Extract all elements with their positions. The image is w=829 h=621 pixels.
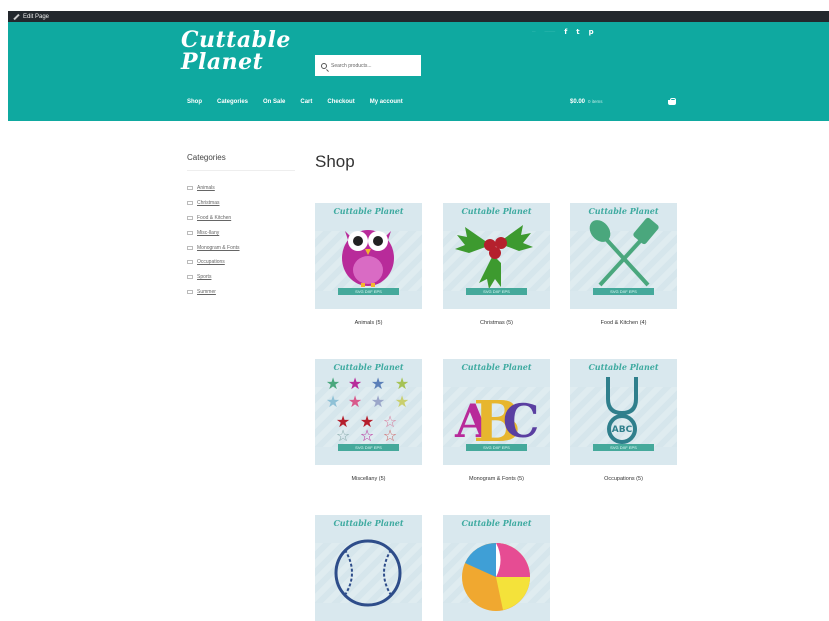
header-cart[interactable]: $0.00 0 items: [570, 99, 603, 105]
folder-icon: [187, 215, 193, 220]
category-link[interactable]: Occupations: [197, 259, 225, 265]
product-thumbnail[interactable]: Cuttable Planet SVG DXF EPS: [570, 203, 677, 309]
svg-text:★: ★: [326, 374, 340, 393]
product-thumbnail[interactable]: Cuttable Planet: [443, 515, 550, 621]
svg-text:C: C: [503, 394, 540, 448]
category-link[interactable]: Christmas: [197, 200, 220, 206]
logo-line-1: Cuttable: [181, 27, 291, 53]
folder-icon: [187, 245, 193, 250]
svg-text:★: ★: [395, 392, 409, 411]
category-link[interactable]: Food & Kitchen: [197, 215, 231, 221]
baseball-icon: [334, 539, 402, 607]
product-thumbnail[interactable]: Cuttable Planet A B C SVG DXF EPS: [443, 359, 550, 465]
product-thumbnail[interactable]: Cuttable Planet ABC SVG DXF EPS: [570, 359, 677, 465]
category-item: Sports: [187, 270, 295, 285]
product-card-animals[interactable]: Cuttable Planet SVG DXF EPS Animals (5): [315, 203, 422, 326]
format-ribbon: SVG DXF EPS: [466, 444, 527, 451]
svg-text:ABC: ABC: [612, 425, 633, 435]
nav-checkout[interactable]: Checkout: [327, 99, 354, 105]
svg-text:★: ★: [371, 374, 385, 393]
folder-icon: [187, 275, 193, 280]
nav-shop[interactable]: Shop: [187, 99, 202, 105]
beach-ball-icon: [462, 543, 530, 611]
category-item: Occupations: [187, 255, 295, 270]
category-item: Summer: [187, 285, 295, 300]
category-link[interactable]: Sports: [197, 274, 211, 280]
site-logo[interactable]: Cuttable Planet: [181, 29, 291, 73]
category-item: Animals: [187, 181, 295, 196]
admin-bar: [8, 11, 829, 22]
logo-line-2: Planet: [181, 49, 264, 75]
product-card-miscellany[interactable]: Cuttable Planet ★ ★ ★ ★ ★ ★ ★ ★ ★ ★ ☆ ☆ ☆ ☆ SVG…: [315, 359, 422, 482]
category-list: Animals Christmas Food & Kitchen Misc-ll…: [187, 181, 295, 299]
svg-text:★: ★: [395, 374, 409, 393]
product-caption[interactable]: Monogram & Fonts (5): [443, 476, 550, 482]
category-item: Christmas: [187, 196, 295, 211]
svg-text:★: ★: [348, 392, 362, 411]
product-caption[interactable]: Animals (5): [315, 320, 422, 326]
category-item: Food & Kitchen: [187, 211, 295, 226]
category-link[interactable]: Animals: [197, 185, 215, 191]
search-icon: [321, 62, 327, 69]
format-ribbon: SVG DXF EPS: [593, 288, 654, 295]
category-link[interactable]: Monogram & Fonts: [197, 245, 240, 251]
folder-icon: [187, 260, 193, 265]
admin-bar-top: [0, 0, 829, 11]
header-faint-link-1[interactable]: ─: [532, 29, 536, 35]
format-ribbon: SVG DXF EPS: [593, 444, 654, 451]
header-faint-link-2[interactable]: ───: [545, 29, 556, 35]
svg-text:★: ★: [348, 374, 362, 393]
basket-icon[interactable]: [668, 98, 676, 105]
category-item: Monogram & Fonts: [187, 240, 295, 255]
product-caption[interactable]: Miscellany (5): [315, 476, 422, 482]
header-secondary: ─ ─── f t p: [532, 28, 594, 36]
nav-on-sale[interactable]: On Sale: [263, 99, 285, 105]
edit-page-label: Edit Page: [23, 13, 50, 20]
sidebar-title: Categories: [187, 153, 295, 171]
format-ribbon: SVG DXF EPS: [338, 288, 399, 295]
product-caption[interactable]: Occupations (5): [570, 476, 677, 482]
category-link[interactable]: Misc-llany: [197, 230, 219, 236]
edit-page-link[interactable]: Edit Page: [8, 11, 49, 22]
search-box[interactable]: [315, 55, 421, 76]
format-ribbon: SVG DXF EPS: [338, 444, 399, 451]
category-item: Misc-llany: [187, 225, 295, 240]
svg-text:☆: ☆: [360, 426, 374, 445]
svg-text:☆: ☆: [383, 426, 397, 445]
product-thumbnail[interactable]: Cuttable Planet SVG DXF EPS: [443, 203, 550, 309]
format-ribbon: SVG DXF EPS: [466, 288, 527, 295]
pinterest-icon[interactable]: p: [589, 28, 594, 36]
nav-categories[interactable]: Categories: [217, 99, 248, 105]
svg-text:☆: ☆: [336, 426, 350, 445]
folder-icon: [187, 289, 193, 294]
folder-icon: [187, 186, 193, 191]
cart-amount: $0.00: [570, 99, 586, 105]
category-link[interactable]: Summer: [197, 289, 216, 295]
product-card-christmas[interactable]: Cuttable Planet SVG DXF EPS Christmas (5…: [443, 203, 550, 326]
product-card-food-kitchen[interactable]: Cuttable Planet SVG DXF EPS Food & Kitch…: [570, 203, 677, 326]
folder-icon: [187, 230, 193, 235]
product-card-occupations[interactable]: Cuttable Planet ABC SVG DXF EPS Occupati…: [570, 359, 677, 482]
svg-text:★: ★: [371, 392, 385, 411]
product-thumbnail[interactable]: Cuttable Planet: [315, 515, 422, 621]
facebook-icon[interactable]: f: [564, 28, 567, 36]
folder-icon: [187, 201, 193, 206]
product-card-sports[interactable]: Cuttable Planet: [315, 515, 422, 621]
product-caption[interactable]: Christmas (5): [443, 320, 550, 326]
product-card-summer[interactable]: Cuttable Planet: [443, 515, 550, 621]
nav-my-account[interactable]: My account: [370, 99, 403, 105]
search-input[interactable]: [331, 62, 411, 69]
svg-text:★: ★: [326, 392, 340, 411]
product-caption[interactable]: Food & Kitchen (4): [570, 320, 677, 326]
page-title: Shop: [315, 152, 355, 171]
sidebar: Categories Animals Christmas Food & Kitc…: [187, 153, 295, 299]
pencil-icon: [12, 13, 19, 20]
twitter-icon[interactable]: t: [576, 28, 579, 36]
primary-nav: Shop Categories On Sale Cart Checkout My…: [187, 99, 403, 105]
product-card-monogram-fonts[interactable]: Cuttable Planet A B C SVG DXF EPS Monogr…: [443, 359, 550, 482]
product-thumbnail[interactable]: Cuttable Planet ★ ★ ★ ★ ★ ★ ★ ★ ★ ★ ☆ ☆ ☆ ☆ SVG…: [315, 359, 422, 465]
product-thumbnail[interactable]: Cuttable Planet SVG DXF EPS: [315, 203, 422, 309]
cart-items-count: 0 items: [588, 99, 603, 104]
nav-cart[interactable]: Cart: [300, 99, 312, 105]
